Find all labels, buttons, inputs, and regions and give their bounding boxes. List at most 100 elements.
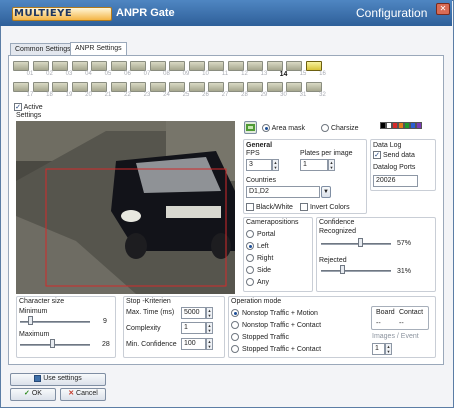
operation-mode-radio[interactable] — [231, 321, 239, 329]
use-settings-button[interactable]: Use settings — [10, 373, 106, 386]
cameraposition-option[interactable]: Portal — [246, 230, 275, 238]
camera-icon[interactable] — [13, 61, 29, 71]
cameraposition-option[interactable]: Right — [246, 254, 273, 262]
plates-per-image-input[interactable]: 1 — [300, 159, 328, 171]
min-confidence-stepper[interactable]: ▲ ▼ — [206, 338, 213, 350]
tab-anpr-settings[interactable]: ANPR Settings — [70, 42, 127, 56]
plates-stepper[interactable]: ▲ ▼ — [328, 159, 335, 171]
images-per-event-stepper[interactable]: ▲ ▼ — [385, 343, 392, 355]
cameraposition-option[interactable]: Side — [246, 266, 271, 274]
camera-icon[interactable] — [32, 82, 49, 92]
rejected-slider-handle[interactable] — [339, 265, 345, 274]
operation-mode-option[interactable]: Nonstop Traffic + Contact — [231, 321, 321, 329]
camera-icon[interactable] — [305, 61, 322, 71]
close-icon[interactable]: ✕ — [436, 3, 450, 15]
camera-number: 13 — [260, 71, 268, 77]
camera-icon[interactable] — [188, 82, 205, 92]
maximum-slider-handle[interactable] — [50, 339, 55, 348]
countries-select[interactable]: D1,D2 — [246, 186, 320, 198]
operation-mode-option[interactable]: Stopped Traffic + Contact — [231, 345, 321, 353]
camera-preview[interactable] — [16, 121, 235, 294]
fps-stepper[interactable]: ▲ ▼ — [272, 159, 279, 171]
camera-icon[interactable] — [286, 61, 302, 71]
camera-icon[interactable] — [130, 82, 146, 92]
datalog-ports-label: Datalog Ports — [373, 164, 416, 171]
camerapositions-title: Camerapositions — [246, 219, 299, 226]
camera-icon[interactable] — [52, 61, 68, 71]
cancel-button[interactable]: ✕ Cancel — [60, 388, 106, 401]
chevron-down-icon[interactable]: ▼ — [321, 186, 331, 198]
send-data-checkbox[interactable]: ✓ — [373, 151, 381, 159]
camera-icon[interactable] — [247, 61, 263, 71]
camera-number: 30 — [280, 92, 287, 98]
operation-mode-option[interactable]: Nonstop Traffic + Motion — [231, 309, 318, 317]
cameraposition-radio[interactable] — [246, 254, 254, 262]
camera-icon[interactable] — [32, 61, 49, 71]
black-white-toggle[interactable]: Black/White — [246, 203, 293, 211]
recognized-slider-handle[interactable] — [357, 238, 363, 247]
cameraposition-option[interactable]: Left — [246, 242, 269, 250]
cameraposition-radio[interactable] — [246, 242, 254, 250]
camera-icon[interactable] — [188, 61, 205, 71]
camera-icon[interactable] — [91, 61, 107, 71]
active-checkbox[interactable]: ✓ — [14, 103, 22, 111]
camera-icon[interactable] — [91, 82, 107, 92]
complexity-stepper[interactable]: ▲ ▼ — [206, 322, 213, 334]
complexity-input[interactable]: 1 — [181, 322, 206, 334]
charsize-option[interactable]: Charsize — [321, 124, 359, 132]
area-mask-tool-button[interactable] — [244, 121, 257, 134]
camera-icon[interactable] — [169, 82, 185, 92]
camera-icon[interactable] — [305, 82, 322, 92]
camera-icon[interactable] — [110, 61, 127, 71]
operation-mode-option[interactable]: Stopped Traffic — [231, 333, 289, 341]
complexity-label: Complexity — [126, 325, 161, 332]
max-time-stepper[interactable]: ▲ ▼ — [206, 307, 213, 319]
camera-icon[interactable] — [71, 82, 88, 92]
camera-icon[interactable] — [71, 61, 88, 71]
cameraposition-radio[interactable] — [246, 266, 254, 274]
ok-button[interactable]: ✓ OK — [10, 388, 56, 401]
car-image — [16, 121, 235, 294]
max-time-input[interactable]: 5000 — [181, 307, 206, 319]
camera-icon[interactable] — [149, 61, 166, 71]
fps-input[interactable]: 3 — [246, 159, 272, 171]
area-mask-option[interactable]: Area mask — [262, 124, 305, 132]
black-white-checkbox[interactable] — [246, 203, 254, 211]
maximum-slider[interactable] — [20, 344, 90, 346]
charsize-radio[interactable] — [321, 124, 329, 132]
operation-mode-radio[interactable] — [231, 309, 239, 317]
active-toggle[interactable]: ✓ Active — [14, 103, 43, 111]
operation-mode-radio[interactable] — [231, 333, 239, 341]
send-data-toggle[interactable]: ✓ Send data — [373, 151, 415, 159]
camera-icon[interactable] — [149, 82, 166, 92]
camera-icon[interactable] — [208, 61, 224, 71]
camera-icon[interactable] — [169, 61, 185, 71]
invert-colors-checkbox[interactable] — [300, 203, 308, 211]
camera-icon[interactable] — [208, 82, 224, 92]
cameraposition-radio[interactable] — [246, 230, 254, 238]
rejected-slider[interactable] — [321, 270, 391, 272]
datalog-ports-input[interactable]: 20026 — [373, 175, 418, 187]
invert-colors-toggle[interactable]: Invert Colors — [300, 203, 350, 211]
general-title: General — [246, 142, 273, 149]
camera-icon[interactable] — [286, 82, 302, 92]
camera-icon[interactable] — [13, 82, 29, 92]
images-per-event-input[interactable]: 1 — [372, 343, 385, 355]
min-confidence-input[interactable]: 100 — [181, 338, 206, 350]
minimum-slider-handle[interactable] — [28, 316, 33, 325]
area-mask-radio[interactable] — [262, 124, 270, 132]
recognized-slider[interactable] — [321, 243, 391, 245]
camera-icon[interactable] — [52, 82, 68, 92]
cameraposition-radio[interactable] — [246, 278, 254, 286]
camera-icon[interactable] — [227, 82, 244, 92]
camera-icon[interactable] — [266, 82, 283, 92]
color-swatch[interactable] — [416, 122, 422, 129]
cameraposition-option[interactable]: Any — [246, 278, 269, 286]
camera-icon[interactable] — [266, 61, 283, 71]
camera-icon[interactable] — [227, 61, 244, 71]
camera-icon[interactable] — [110, 82, 127, 92]
tab-common-settings[interactable]: Common Settings — [10, 43, 76, 55]
operation-mode-radio[interactable] — [231, 345, 239, 353]
camera-icon[interactable] — [130, 61, 146, 71]
camera-icon[interactable] — [247, 82, 263, 92]
